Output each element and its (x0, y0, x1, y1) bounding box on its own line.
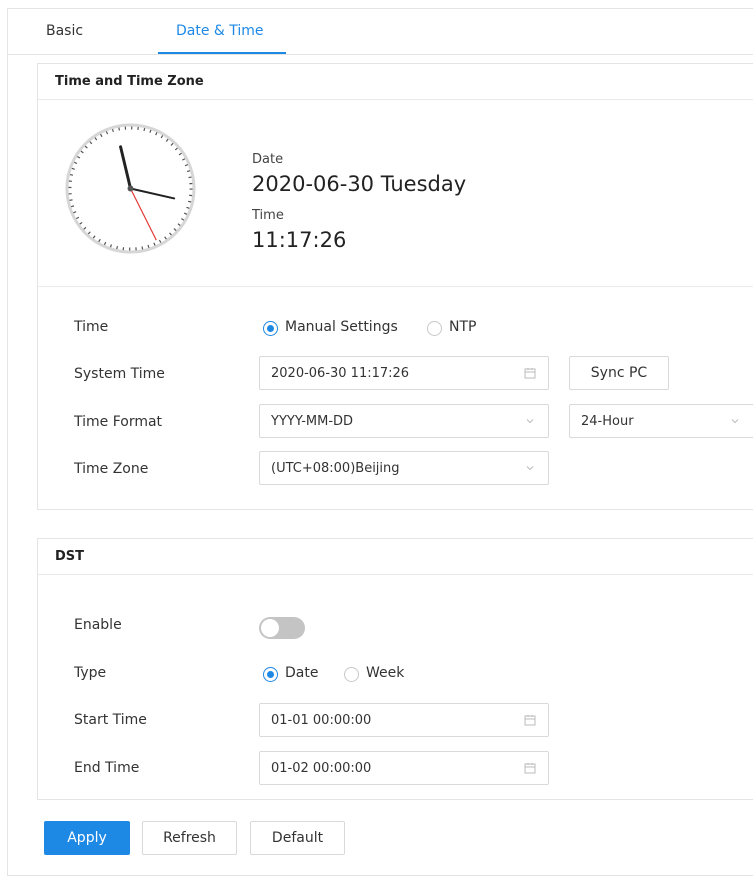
system-time-field[interactable]: 2020-06-30 11:17:26 (259, 356, 549, 390)
system-time-value: 2020-06-30 11:17:26 (271, 366, 410, 381)
dst-week-radio[interactable] (344, 667, 359, 682)
end-time-field[interactable]: 01-02 00:00:00 (259, 751, 549, 785)
hour-format-value: 24-Hour (581, 414, 634, 429)
start-time-field[interactable]: 01-01 00:00:00 (259, 703, 549, 737)
ntp-label[interactable]: NTP (449, 319, 476, 335)
apply-button[interactable]: Apply (44, 821, 130, 855)
ntp-radio[interactable] (427, 321, 442, 336)
dst-enable-label: Enable (74, 617, 122, 633)
time-mode-label: Time (74, 319, 109, 335)
dst-title: DST (38, 539, 753, 575)
date-format-select[interactable]: YYYY-MM-DD (259, 404, 549, 438)
manual-settings-radio[interactable] (263, 321, 278, 336)
start-time-label: Start Time (74, 712, 147, 728)
dst-enable-toggle[interactable] (259, 617, 305, 639)
date-format-value: YYYY-MM-DD (271, 414, 354, 429)
sync-pc-button[interactable]: Sync PC (569, 356, 669, 390)
end-time-value: 01-02 00:00:00 (271, 761, 372, 776)
tab-bar: Basic Date & Time (8, 9, 753, 55)
dst-week-label[interactable]: Week (366, 665, 404, 681)
chevron-down-icon (731, 419, 739, 424)
divider (38, 286, 753, 287)
dst-date-radio[interactable] (263, 667, 278, 682)
analog-clock-icon (65, 123, 196, 254)
tab-date-time[interactable]: Date & Time (176, 23, 264, 39)
chevron-down-icon (526, 466, 534, 471)
time-zone-select[interactable]: (UTC+08:00)Beijing (259, 451, 549, 485)
calendar-icon (524, 763, 536, 774)
time-zone-label: Time Zone (74, 461, 149, 477)
chevron-down-icon (526, 419, 534, 424)
dst-card: DST Enable Type Date Week Start Time 01-… (37, 538, 753, 800)
start-time-value: 01-01 00:00:00 (271, 713, 372, 728)
time-value: 11:17:26 (252, 228, 347, 252)
active-tab-indicator (158, 52, 286, 54)
system-time-label: System Time (74, 366, 165, 382)
calendar-icon (524, 715, 536, 726)
calendar-icon (524, 368, 536, 379)
dst-date-label[interactable]: Date (285, 665, 318, 681)
dst-type-label: Type (74, 665, 107, 681)
time-zone-title: Time and Time Zone (38, 64, 753, 100)
manual-settings-label[interactable]: Manual Settings (285, 319, 398, 335)
date-value: 2020-06-30 Tuesday (252, 172, 467, 196)
end-time-label: End Time (74, 760, 140, 776)
default-button[interactable]: Default (250, 821, 345, 855)
date-label: Date (252, 152, 284, 167)
refresh-button[interactable]: Refresh (142, 821, 237, 855)
tab-basic[interactable]: Basic (46, 23, 83, 39)
time-zone-value: (UTC+08:00)Beijing (271, 461, 400, 476)
hour-format-select[interactable]: 24-Hour (569, 404, 753, 438)
time-format-label: Time Format (74, 414, 163, 430)
time-label: Time (252, 208, 284, 223)
time-zone-card: Time and Time Zone Date 2020-06-30 Tuesd… (37, 63, 753, 510)
